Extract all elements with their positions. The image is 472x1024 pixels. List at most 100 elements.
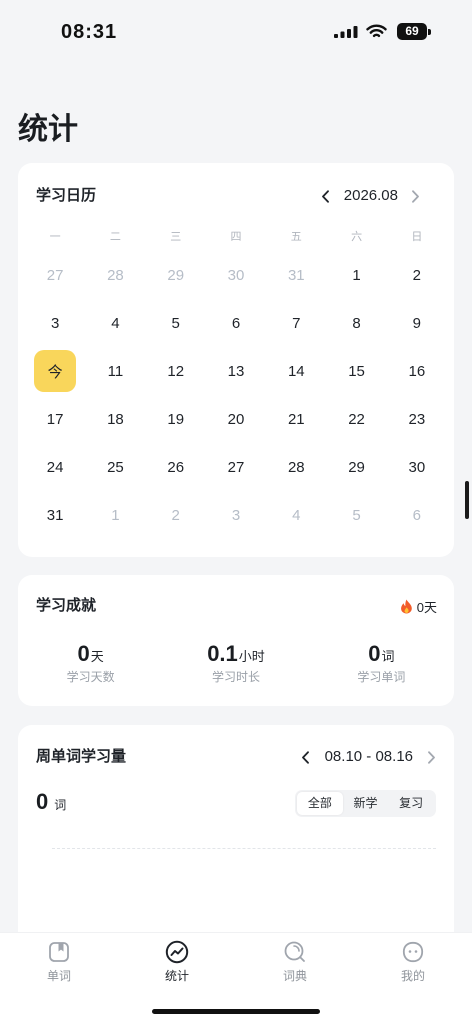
status-time: 08:31 [61,21,118,43]
signal-icon [334,26,358,38]
weekly-title: 周单词学习量 [36,748,127,765]
month-switcher: 2026.08 [321,183,420,209]
stat-value-row: 0 天 [78,639,104,669]
calendar-day[interactable]: 26 [146,443,206,491]
calendar-day[interactable]: 29 [326,443,386,491]
calendar-day[interactable]: 3 [206,491,266,539]
tab-label: 单词 [46,969,71,983]
filter-new[interactable]: 新学 [343,792,389,815]
stat-unit: 小时 [238,649,265,664]
calendar-day[interactable]: 30 [206,251,266,299]
page-title: 统计 [18,113,78,146]
calendar-day[interactable]: 6 [206,299,266,347]
calendar-day[interactable]: 12 [146,347,206,395]
weekly-count-unit: 词 [54,798,67,812]
streak-badge: 0天 [400,593,437,619]
calendar-day[interactable]: 9 [387,299,447,347]
calendar-day[interactable]: 8 [326,299,386,347]
chevron-right-icon [427,750,435,764]
calendar-day[interactable]: 31 [266,251,326,299]
scrollbar[interactable] [465,481,469,519]
calendar-day[interactable]: 29 [146,251,206,299]
calendar-day[interactable]: 3 [25,299,85,347]
calendar-day[interactable]: 13 [206,347,266,395]
chevron-left-icon [322,189,330,203]
chevron-left-icon [302,750,309,764]
next-week-button[interactable] [426,744,436,770]
weekday-label: 四 [230,231,242,243]
calendar-day[interactable]: 4 [266,491,326,539]
prev-week-button[interactable] [301,744,311,770]
filter-review[interactable]: 复习 [388,792,434,815]
weekday-label: 一 [49,231,61,243]
calendar-day[interactable]: 2 [387,251,447,299]
face-icon [402,941,424,963]
weekday-header: 一 二 三 四 五 六 日 [25,227,447,247]
calendar-grid: 27 28 29 30 31 1 2 3 4 5 6 7 8 9 今 11 12 13 14 15 16 17 18 19 20… [25,251,447,539]
tab-profile[interactable]: 我的 [354,933,472,1024]
prev-month-button[interactable] [321,183,331,209]
calendar-day[interactable]: 6 [387,491,447,539]
stat-unit: 天 [90,649,104,664]
chart-icon [165,940,189,964]
calendar-day[interactable]: 31 [25,491,85,539]
calendar-day[interactable]: 16 [387,347,447,395]
battery-cap [428,29,431,35]
weekday-label: 六 [351,231,363,243]
status-bar: 08:31 69 [0,0,472,56]
calendar-day[interactable]: 1 [326,251,386,299]
next-month-button[interactable] [410,183,420,209]
achievement-card: 学习成就 0天 0 天 学习天数 0.1 小时 学习时长 0 词 学习单词 [18,575,454,706]
stats-row: 0 天 学习天数 0.1 小时 学习时长 0 词 学习单词 [18,639,454,685]
chevron-right-icon [411,189,419,203]
stat-value: 0 [77,641,90,666]
calendar-day[interactable]: 2 [146,491,206,539]
filter-all[interactable]: 全部 [297,792,343,815]
stat-value-row: 0 词 [368,639,394,669]
calendar-day[interactable]: 20 [206,395,266,443]
calendar-day[interactable]: 28 [266,443,326,491]
calendar-day[interactable]: 24 [25,443,85,491]
home-indicator[interactable] [152,1009,320,1014]
weekday-label: 二 [109,231,121,243]
stat-label: 学习天数 [66,670,115,684]
calendar-day[interactable]: 27 [206,443,266,491]
calendar-title: 学习日历 [36,187,97,204]
stat-label: 学习单词 [357,670,406,684]
calendar-day[interactable]: 15 [326,347,386,395]
calendar-day[interactable]: 1 [85,491,145,539]
wifi-icon [366,24,387,38]
calendar-day[interactable]: 7 [266,299,326,347]
calendar-day[interactable]: 25 [85,443,145,491]
calendar-day[interactable]: 21 [266,395,326,443]
fire-icon [400,599,412,613]
weekly-count-value: 0 [36,789,49,814]
stat-label: 学习时长 [211,670,260,684]
calendar-day[interactable]: 19 [146,395,206,443]
calendar-day[interactable]: 4 [85,299,145,347]
calendar-day[interactable]: 5 [146,299,206,347]
streak-days: 0天 [416,599,437,615]
stat-value-row: 0.1 小时 [207,639,265,669]
battery-icon: 69 [397,23,427,40]
calendar-day[interactable]: 18 [85,395,145,443]
tab-label: 我的 [400,969,425,983]
calendar-day[interactable]: 27 [25,251,85,299]
calendar-day[interactable]: 22 [326,395,386,443]
tab-words[interactable]: 单词 [0,933,118,1024]
weekday-label: 日 [411,231,423,243]
calendar-day[interactable]: 23 [387,395,447,443]
stat-unit: 词 [381,649,395,664]
calendar-day[interactable]: 28 [85,251,145,299]
weekly-words-card: 周单词学习量 08.10 - 08.16 0 词 全部 新学 复习 [18,725,454,955]
chart-gridline [52,848,436,849]
current-month: 2026.08 [343,187,398,204]
calendar-day[interactable]: 14 [266,347,326,395]
calendar-day[interactable]: 30 [387,443,447,491]
calendar-day[interactable]: 5 [326,491,386,539]
tab-label: 词典 [282,969,307,983]
calendar-day[interactable]: 11 [85,347,145,395]
stat-study-hours: 0.1 小时 学习时长 [163,639,308,685]
calendar-day-today[interactable]: 今 [34,350,77,392]
calendar-day[interactable]: 17 [25,395,85,443]
